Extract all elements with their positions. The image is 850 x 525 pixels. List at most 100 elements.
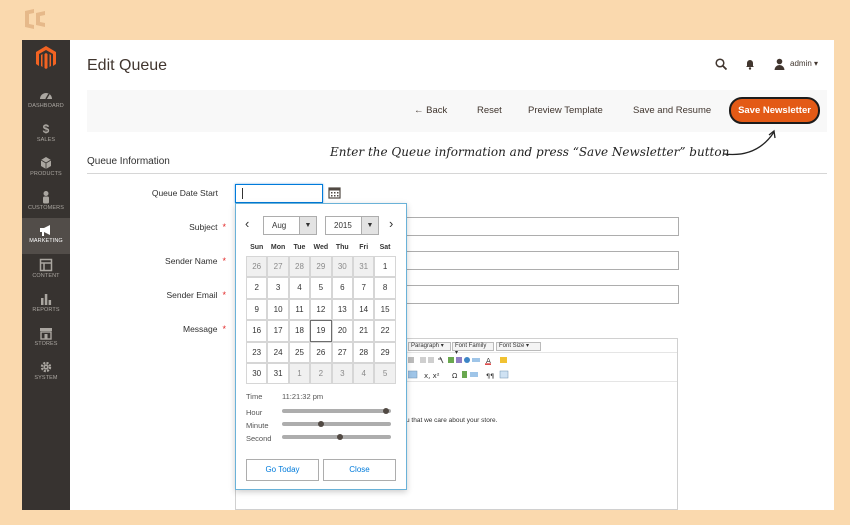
watermark-logo-icon (25, 9, 45, 29)
editor-insert-icons[interactable]: x, x² Ω ¶¶ (408, 370, 538, 380)
sidebar-item-dashboard[interactable]: DASHBOARD (22, 88, 70, 122)
hour-slider[interactable] (282, 407, 391, 414)
prev-month-button[interactable]: ‹ (245, 216, 249, 231)
calendar-day[interactable]: 10 (267, 298, 289, 321)
hour-slider-handle[interactable] (382, 407, 389, 414)
calendar-day[interactable]: 6 (331, 277, 353, 299)
sidebar-item-reports[interactable]: REPORTS (22, 292, 70, 326)
calendar-day[interactable]: 22 (374, 320, 396, 342)
calendar-day[interactable]: 8 (374, 277, 396, 299)
user-icon[interactable] (774, 58, 785, 70)
calendar-day[interactable]: 23 (246, 341, 268, 363)
sender-name-input[interactable] (398, 251, 679, 270)
calendar-day[interactable]: 17 (267, 320, 289, 342)
user-menu[interactable]: admin ▾ (790, 59, 818, 68)
second-slider-handle[interactable] (336, 433, 343, 440)
calendar-day[interactable]: 26 (246, 256, 268, 278)
cube-icon (40, 157, 52, 169)
sidebar-item-sales[interactable]: $ SALES (22, 122, 70, 156)
calendar-day[interactable]: 16 (246, 320, 268, 342)
calendar-day[interactable]: 15 (374, 298, 396, 321)
dollar-icon: $ (42, 122, 50, 136)
calendar-day[interactable]: 28 (288, 256, 311, 278)
calendar-day[interactable]: 13 (331, 298, 353, 321)
queue-date-input[interactable] (235, 184, 323, 203)
go-today-button[interactable]: Go Today (246, 459, 319, 481)
calendar-day[interactable]: 1 (288, 363, 311, 385)
calendar-day[interactable]: 30 (331, 256, 353, 278)
month-select[interactable]: Aug ▼ (263, 216, 317, 235)
reset-button[interactable]: Reset (477, 105, 502, 116)
save-and-resume-button[interactable]: Save and Resume (633, 105, 711, 116)
paragraph-select[interactable]: Paragraph ▾ (408, 342, 451, 351)
minute-slider[interactable] (282, 420, 391, 427)
calendar-day[interactable]: 19 (310, 320, 332, 342)
calendar-day[interactable]: 2 (310, 363, 332, 385)
editor-format-icons[interactable]: A (408, 356, 543, 365)
calendar-day[interactable]: 5 (310, 277, 332, 299)
sidebar-item-content[interactable]: CONTENT (22, 258, 70, 292)
sender-email-input[interactable] (398, 285, 679, 304)
subject-input[interactable] (398, 217, 679, 236)
search-icon[interactable] (715, 58, 727, 70)
calendar-day[interactable]: 14 (353, 298, 375, 321)
calendar-day[interactable]: 29 (374, 341, 396, 363)
sidebar-item-marketing[interactable]: MARKETING (22, 218, 70, 254)
minute-slider-handle[interactable] (318, 420, 325, 427)
close-calendar-button[interactable]: Close (323, 459, 396, 481)
chevron-down-icon: ▼ (361, 217, 378, 234)
calendar-day[interactable]: 3 (331, 363, 353, 385)
svg-text:x, x²: x, x² (424, 372, 440, 380)
calendar-day[interactable]: 27 (331, 341, 353, 363)
calendar-day[interactable]: 3 (267, 277, 289, 299)
calendar-day[interactable]: 30 (246, 363, 268, 385)
sidebar-item-label: REPORTS (32, 307, 60, 313)
weekday-label: Tue (293, 244, 306, 251)
preview-template-button[interactable]: Preview Template (528, 105, 603, 116)
calendar-day[interactable]: 21 (353, 320, 375, 342)
sidebar-item-label: CUSTOMERS (28, 205, 64, 211)
minute-label: Minute (246, 421, 269, 430)
calendar-day[interactable]: 12 (310, 298, 332, 321)
calendar-day[interactable]: 29 (310, 256, 332, 278)
sidebar-item-system[interactable]: SYSTEM (22, 360, 70, 394)
calendar-day[interactable]: 4 (288, 277, 311, 299)
calendar-day[interactable]: 20 (331, 320, 353, 342)
magento-logo-icon[interactable] (34, 45, 58, 71)
sidebar: DASHBOARD $ SALES PRODUCTS CUSTOMERS MAR… (22, 40, 70, 510)
calendar-day[interactable]: 31 (353, 256, 375, 278)
calendar-day[interactable]: 1 (374, 256, 396, 278)
next-month-button[interactable]: › (389, 216, 393, 231)
second-slider[interactable] (282, 433, 391, 440)
bell-icon[interactable] (745, 58, 755, 70)
calendar-day[interactable]: 24 (267, 341, 289, 363)
calendar-day[interactable]: 26 (310, 341, 332, 363)
calendar-day[interactable]: 7 (353, 277, 375, 299)
font-size-select[interactable]: Font Size ▾ (496, 342, 541, 351)
sidebar-item-stores[interactable]: STORES (22, 326, 70, 360)
megaphone-icon (40, 225, 50, 236)
calendar-day[interactable]: 9 (246, 298, 268, 321)
calendar-day[interactable]: 4 (353, 363, 375, 385)
calendar-day[interactable]: 25 (288, 341, 311, 363)
weekday-label: Sun (250, 244, 264, 251)
calendar-day[interactable]: 18 (288, 320, 311, 342)
weekday-label: Thu (335, 244, 349, 251)
calendar-day[interactable]: 5 (374, 363, 396, 385)
calendar-day[interactable]: 27 (267, 256, 289, 278)
sidebar-item-products[interactable]: PRODUCTS (22, 156, 70, 190)
font-family-select[interactable]: Font Family ▾ (452, 342, 494, 356)
back-button[interactable]: ← Back (414, 105, 447, 116)
year-select[interactable]: 2015 ▼ (325, 216, 379, 235)
calendar-day[interactable]: 31 (267, 363, 289, 385)
calendar-day[interactable]: 11 (288, 298, 311, 321)
calendar-day[interactable]: 28 (353, 341, 375, 363)
calendar-icon[interactable] (328, 186, 341, 199)
save-newsletter-button[interactable]: Save Newsletter (729, 97, 820, 124)
subject-label-text: Subject (189, 222, 218, 232)
message-label-text: Message (182, 324, 218, 334)
bar-chart-icon (41, 294, 52, 305)
section-title: Queue Information (87, 156, 170, 167)
calendar-day[interactable]: 2 (246, 277, 268, 299)
weekday-label: Fri (359, 244, 369, 251)
